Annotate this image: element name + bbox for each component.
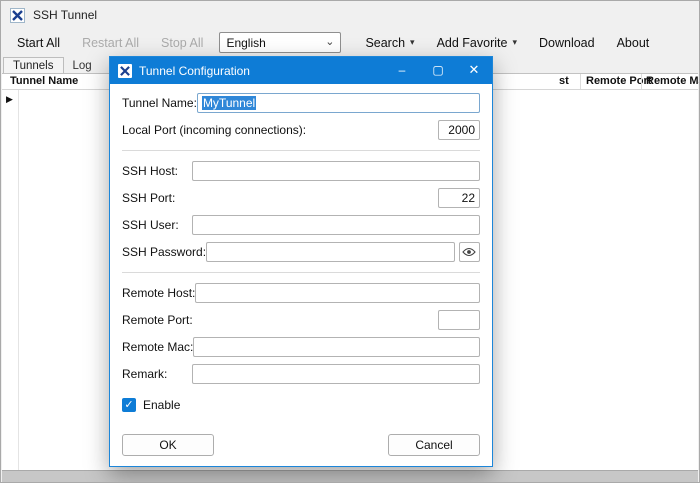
remote-mac-input[interactable]: [193, 337, 480, 357]
app-window: SSH Tunnel Start All Restart All Stop Al…: [0, 0, 700, 483]
tunnel-name-input[interactable]: MyTunnel: [196, 93, 480, 113]
col-remote-mac[interactable]: Remote Mac: [646, 75, 699, 87]
tunnel-name-value: MyTunnel: [201, 96, 257, 110]
language-value: English: [226, 35, 266, 50]
remote-mac-row: Remote Mac:: [122, 337, 480, 357]
horizontal-scrollbar[interactable]: [2, 470, 698, 482]
tunnel-name-row: Tunnel Name: MyTunnel: [122, 93, 480, 113]
ssh-port-input[interactable]: [438, 188, 480, 208]
row-pointer-icon: ▶: [6, 94, 13, 104]
dropdown-arrow-icon: ▾: [410, 37, 415, 47]
ssh-password-input[interactable]: [206, 242, 455, 262]
about-button[interactable]: About: [611, 34, 656, 52]
stop-all-button[interactable]: Stop All: [155, 34, 209, 52]
dialog-buttons: OK Cancel: [122, 434, 480, 456]
dialog-body: Tunnel Name: MyTunnel Local Port (incomi…: [110, 84, 492, 466]
enable-label: Enable: [143, 398, 181, 412]
minimize-button[interactable]: –: [384, 57, 420, 84]
section-divider: [122, 272, 480, 273]
window-title: SSH Tunnel: [33, 8, 98, 22]
remark-row: Remark:: [122, 364, 480, 384]
tab-tunnels[interactable]: Tunnels: [3, 57, 64, 74]
ssh-host-row: SSH Host:: [122, 161, 480, 181]
column-divider: [641, 74, 642, 89]
add-favorite-label: Add Favorite: [436, 35, 508, 50]
download-label: Download: [538, 35, 595, 50]
show-password-button[interactable]: [458, 242, 480, 262]
app-logo-icon: [12, 9, 23, 21]
toolbar: Start All Restart All Stop All English ⌄…: [1, 29, 699, 56]
remote-port-row: Remote Port:: [122, 310, 480, 330]
ssh-host-label: SSH Host:: [122, 164, 179, 178]
remote-port-input[interactable]: [438, 310, 480, 330]
restart-all-button[interactable]: Restart All: [76, 34, 145, 52]
remote-port-label: Remote Port:: [122, 313, 193, 327]
enable-row: ✓ Enable: [122, 395, 480, 415]
chevron-down-icon: ⌄: [325, 35, 335, 48]
dialog-title: Tunnel Configuration: [139, 63, 250, 78]
section-divider: [122, 150, 480, 151]
tunnel-configuration-dialog: Tunnel Configuration – ▢ ✕ Tunnel Name: …: [109, 56, 493, 467]
cancel-button[interactable]: Cancel: [388, 434, 480, 456]
remote-host-input[interactable]: [195, 283, 480, 303]
ssh-password-row: SSH Password:: [122, 242, 480, 262]
ok-button[interactable]: OK: [122, 434, 214, 456]
ssh-port-label: SSH Port:: [122, 191, 176, 205]
ssh-host-input[interactable]: [192, 161, 480, 181]
app-logo-icon: [120, 65, 130, 76]
dialog-titlebar[interactable]: Tunnel Configuration – ▢ ✕: [110, 57, 492, 84]
search-label: Search: [365, 35, 406, 50]
remark-input[interactable]: [192, 364, 480, 384]
start-all-button[interactable]: Start All: [11, 34, 66, 52]
start-all-label: Start All: [17, 35, 61, 50]
remote-host-row: Remote Host:: [122, 283, 480, 303]
tunnel-name-label: Tunnel Name:: [122, 96, 197, 110]
maximize-button[interactable]: ▢: [420, 57, 456, 84]
about-label: About: [616, 35, 650, 50]
ssh-port-row: SSH Port:: [122, 188, 480, 208]
tab-log[interactable]: Log: [64, 58, 101, 74]
dropdown-arrow-icon: ▾: [512, 37, 517, 47]
col-host-partial[interactable]: st: [559, 75, 569, 87]
local-port-row: Local Port (incoming connections):: [122, 120, 480, 140]
remote-host-label: Remote Host:: [122, 286, 196, 300]
col-tunnel-name[interactable]: Tunnel Name: [10, 75, 78, 87]
download-button[interactable]: Download: [533, 34, 601, 52]
ssh-user-row: SSH User:: [122, 215, 480, 235]
stop-all-label: Stop All: [161, 35, 204, 50]
remark-label: Remark:: [122, 367, 168, 381]
local-port-input[interactable]: [438, 120, 480, 140]
restart-all-label: Restart All: [82, 35, 140, 50]
local-port-label: Local Port (incoming connections):: [122, 123, 307, 137]
window-titlebar: SSH Tunnel: [1, 1, 699, 29]
add-favorite-menu-button[interactable]: Add Favorite ▾: [431, 34, 523, 52]
close-button[interactable]: ✕: [456, 57, 492, 84]
app-icon: [10, 7, 25, 23]
enable-checkbox[interactable]: ✓: [122, 398, 136, 412]
remote-mac-label: Remote Mac:: [122, 340, 194, 354]
dialog-icon: [118, 63, 132, 78]
ssh-password-label: SSH Password:: [122, 245, 207, 259]
row-header-gutter: [2, 90, 19, 470]
eye-icon: [462, 247, 477, 257]
column-divider: [580, 74, 581, 89]
search-menu-button[interactable]: Search ▾: [359, 34, 420, 52]
language-select[interactable]: English ⌄: [219, 32, 342, 53]
ssh-user-label: SSH User:: [122, 218, 179, 232]
ssh-user-input[interactable]: [192, 215, 480, 235]
